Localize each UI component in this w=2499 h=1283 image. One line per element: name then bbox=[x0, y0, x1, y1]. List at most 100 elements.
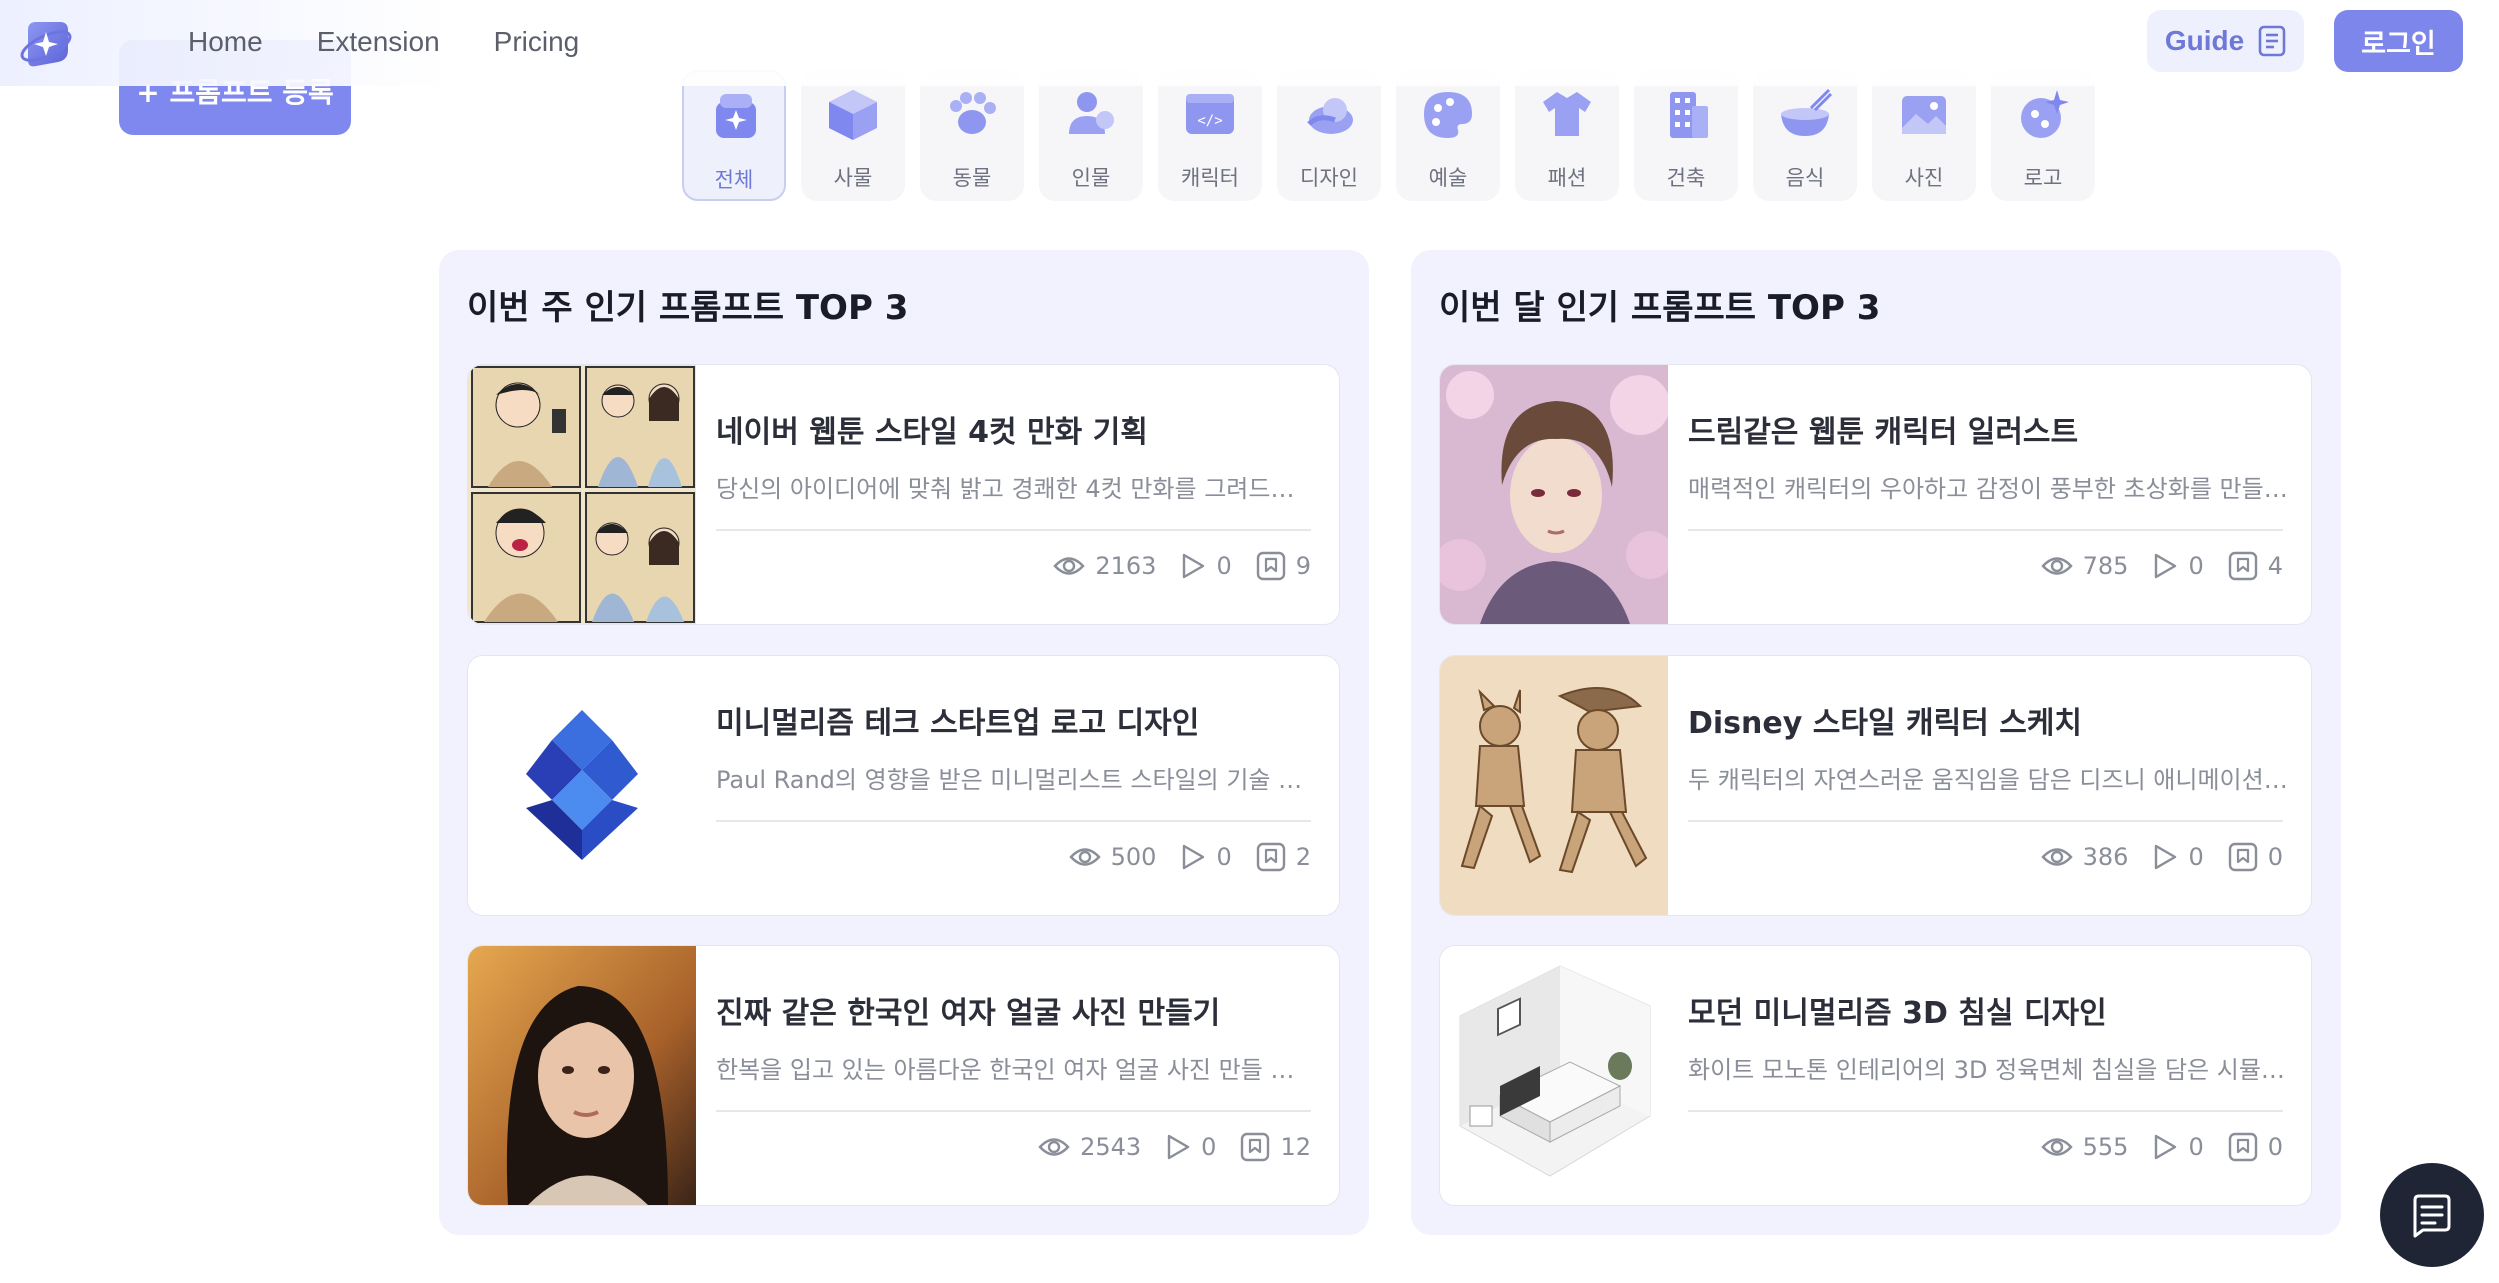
play-icon bbox=[2155, 553, 2177, 579]
category-art[interactable]: 예술 bbox=[1396, 70, 1500, 201]
category-label: 예술 bbox=[1428, 166, 1468, 190]
weekly-top3-panel: 이번 주 인기 프롬프트 TOP 3 네이버 웹툰 스타일 4컷 만화 기획 당… bbox=[439, 250, 1369, 1235]
saves-count: 2 bbox=[1295, 843, 1311, 871]
eye-icon bbox=[2040, 557, 2073, 575]
saves-count: 12 bbox=[1280, 1133, 1311, 1161]
category-character[interactable]: </> 캐릭터 bbox=[1158, 70, 1262, 201]
panel-title: 이번 달 인기 프롬프트 TOP 3 bbox=[1439, 288, 1881, 328]
guide-button[interactable]: Guide bbox=[2147, 10, 2304, 72]
card-title: Disney 스타일 캐릭터 스케치 bbox=[1688, 706, 2083, 741]
plays-count: 0 bbox=[1216, 552, 1232, 580]
top-nav-bar: Home Extension Pricing Guide 로그인 bbox=[0, 0, 2499, 86]
views-count: 500 bbox=[1110, 843, 1157, 871]
eye-icon bbox=[1068, 848, 1101, 866]
category-people[interactable]: 인물 bbox=[1039, 70, 1143, 201]
main-nav: Home Extension Pricing bbox=[188, 24, 579, 60]
chat-icon bbox=[2413, 1194, 2451, 1238]
eye-icon bbox=[1053, 557, 1086, 575]
building-icon bbox=[1670, 92, 1708, 138]
views-count: 386 bbox=[2082, 843, 2129, 871]
saves-count: 9 bbox=[1295, 552, 1311, 580]
nav-home-link[interactable]: Home bbox=[188, 24, 263, 60]
category-food[interactable]: 음식 bbox=[1753, 70, 1857, 201]
play-icon bbox=[2155, 844, 2177, 870]
prompt-card[interactable]: 미니멀리즘 테크 스타트업 로고 디자인 Paul Rand의 영향을 받은 미… bbox=[467, 655, 1340, 916]
paw-icon bbox=[950, 92, 996, 134]
card-description: Paul Rand의 영향을 받은 미니멀리스트 스타일의 기술 스타트... bbox=[716, 766, 1316, 794]
palette-icon bbox=[1424, 92, 1472, 138]
prompt-card[interactable]: 네이버 웹툰 스타일 4컷 만화 기획 당신의 아이디어에 맞춰 밝고 경쾌한 … bbox=[467, 364, 1340, 625]
eye-icon bbox=[2040, 1138, 2073, 1156]
prompt-card[interactable]: Disney 스타일 캐릭터 스케치 두 캐릭터의 자연스러운 움직임을 담은 … bbox=[1439, 655, 2312, 916]
saves-count: 0 bbox=[2267, 1133, 2283, 1161]
card-divider bbox=[1688, 1110, 2283, 1112]
category-label: 패션 bbox=[1547, 166, 1587, 190]
card-stats: 386 0 0 bbox=[2040, 842, 2283, 872]
card-title: 진짜 같은 한국인 여자 얼굴 사진 만들기 bbox=[716, 996, 1221, 1031]
category-label: 사물 bbox=[833, 166, 873, 190]
bowl-icon bbox=[1781, 88, 1833, 136]
card-stats: 2543 0 12 bbox=[1038, 1132, 1311, 1162]
category-label: 건축 bbox=[1666, 166, 1706, 190]
card-title: 모던 미니멀리즘 3D 침실 디자인 bbox=[1688, 996, 2107, 1031]
card-stats: 555 0 0 bbox=[2040, 1132, 2283, 1162]
card-stats: 500 0 2 bbox=[1068, 842, 1311, 872]
plays-count: 0 bbox=[2188, 552, 2204, 580]
card-description: 두 캐릭터의 자연스러운 움직임을 담은 디즈니 애니메이션 스... bbox=[1688, 766, 2288, 794]
category-label: 사진 bbox=[1904, 166, 1944, 190]
plays-count: 0 bbox=[2188, 843, 2204, 871]
prompt-card[interactable]: 모던 미니멀리즘 3D 침실 디자인 화이트 모노톤 인테리어의 3D 정육면체… bbox=[1439, 945, 2312, 1206]
card-description: 한복을 입고 있는 아름다운 한국인 여자 얼굴 사진 만들 수 있는... bbox=[716, 1056, 1316, 1084]
category-label: 디자인 bbox=[1300, 166, 1358, 190]
views-count: 555 bbox=[2082, 1133, 2129, 1161]
plays-count: 0 bbox=[1201, 1133, 1217, 1161]
category-photo[interactable]: 사진 bbox=[1872, 70, 1976, 201]
bookmark-icon[interactable] bbox=[2228, 842, 2258, 872]
card-description: 당신의 아이디어에 맞춰 밝고 경쾌한 4컷 만화를 그려드립니다... bbox=[716, 475, 1316, 503]
portrait-thumbnail bbox=[468, 946, 696, 1205]
category-all[interactable]: 전체 bbox=[682, 70, 786, 201]
bookmark-icon[interactable] bbox=[1256, 842, 1286, 872]
card-divider bbox=[1688, 820, 2283, 822]
guide-label: Guide bbox=[2164, 25, 2245, 56]
bookmark-icon[interactable] bbox=[2228, 551, 2258, 581]
prompt-card[interactable]: 드림같은 웹툰 캐릭터 일러스트 매력적인 캐릭터의 우아하고 감정이 풍부한 … bbox=[1439, 364, 2312, 625]
category-label: 로고 bbox=[2023, 166, 2063, 190]
category-objects[interactable]: 사물 bbox=[801, 70, 905, 201]
svg-text:</>: </> bbox=[1197, 113, 1222, 129]
login-button[interactable]: 로그인 bbox=[2334, 10, 2463, 72]
play-icon bbox=[1183, 844, 1205, 870]
logo-star-icon bbox=[2021, 90, 2069, 138]
logo-icon[interactable] bbox=[18, 16, 74, 72]
category-animals[interactable]: 동물 bbox=[920, 70, 1024, 201]
eye-icon bbox=[1038, 1138, 1070, 1156]
chat-widget-button[interactable] bbox=[2380, 1163, 2484, 1267]
category-label: 인물 bbox=[1071, 166, 1111, 190]
bookmark-icon[interactable] bbox=[2228, 1132, 2258, 1162]
bookmark-icon[interactable] bbox=[1256, 551, 1286, 581]
category-architecture[interactable]: 건축 bbox=[1634, 70, 1738, 201]
panel-title: 이번 주 인기 프롬프트 TOP 3 bbox=[467, 288, 909, 328]
comic-thumbnail bbox=[468, 365, 696, 624]
eye-icon bbox=[2040, 848, 2073, 866]
category-label: 캐릭터 bbox=[1181, 166, 1239, 190]
category-design[interactable]: 디자인 bbox=[1277, 70, 1381, 201]
card-title: 미니멀리즘 테크 스타트업 로고 디자인 bbox=[716, 706, 1200, 741]
nav-pricing-link[interactable]: Pricing bbox=[494, 24, 580, 60]
category-fashion[interactable]: 패션 bbox=[1515, 70, 1619, 201]
document-icon bbox=[2258, 25, 2286, 57]
views-count: 2163 bbox=[1095, 552, 1157, 580]
bookmark-icon[interactable] bbox=[1240, 1132, 1270, 1162]
sparkle-cube-icon bbox=[716, 94, 756, 138]
card-stats: 785 0 4 bbox=[2040, 551, 2283, 581]
nav-extension-link[interactable]: Extension bbox=[317, 24, 440, 60]
monthly-top3-panel: 이번 달 인기 프롬프트 TOP 3 드림같은 웹툰 캐릭터 일러스트 매력적인… bbox=[1411, 250, 2341, 1235]
card-title: 드림같은 웹툰 캐릭터 일러스트 bbox=[1688, 415, 2079, 450]
saves-count: 0 bbox=[2267, 843, 2283, 871]
plays-count: 0 bbox=[1216, 843, 1232, 871]
category-filter-bar: 전체 사물 동물 인물 </> 캐릭터 디자인 예술 패션 건축 음식 사진 로… bbox=[682, 70, 2095, 201]
category-logo[interactable]: 로고 bbox=[1991, 70, 2095, 201]
card-stats: 2163 0 9 bbox=[1053, 551, 1311, 581]
category-label: 음식 bbox=[1785, 166, 1825, 190]
prompt-card[interactable]: 진짜 같은 한국인 여자 얼굴 사진 만들기 한복을 입고 있는 아름다운 한국… bbox=[467, 945, 1340, 1206]
